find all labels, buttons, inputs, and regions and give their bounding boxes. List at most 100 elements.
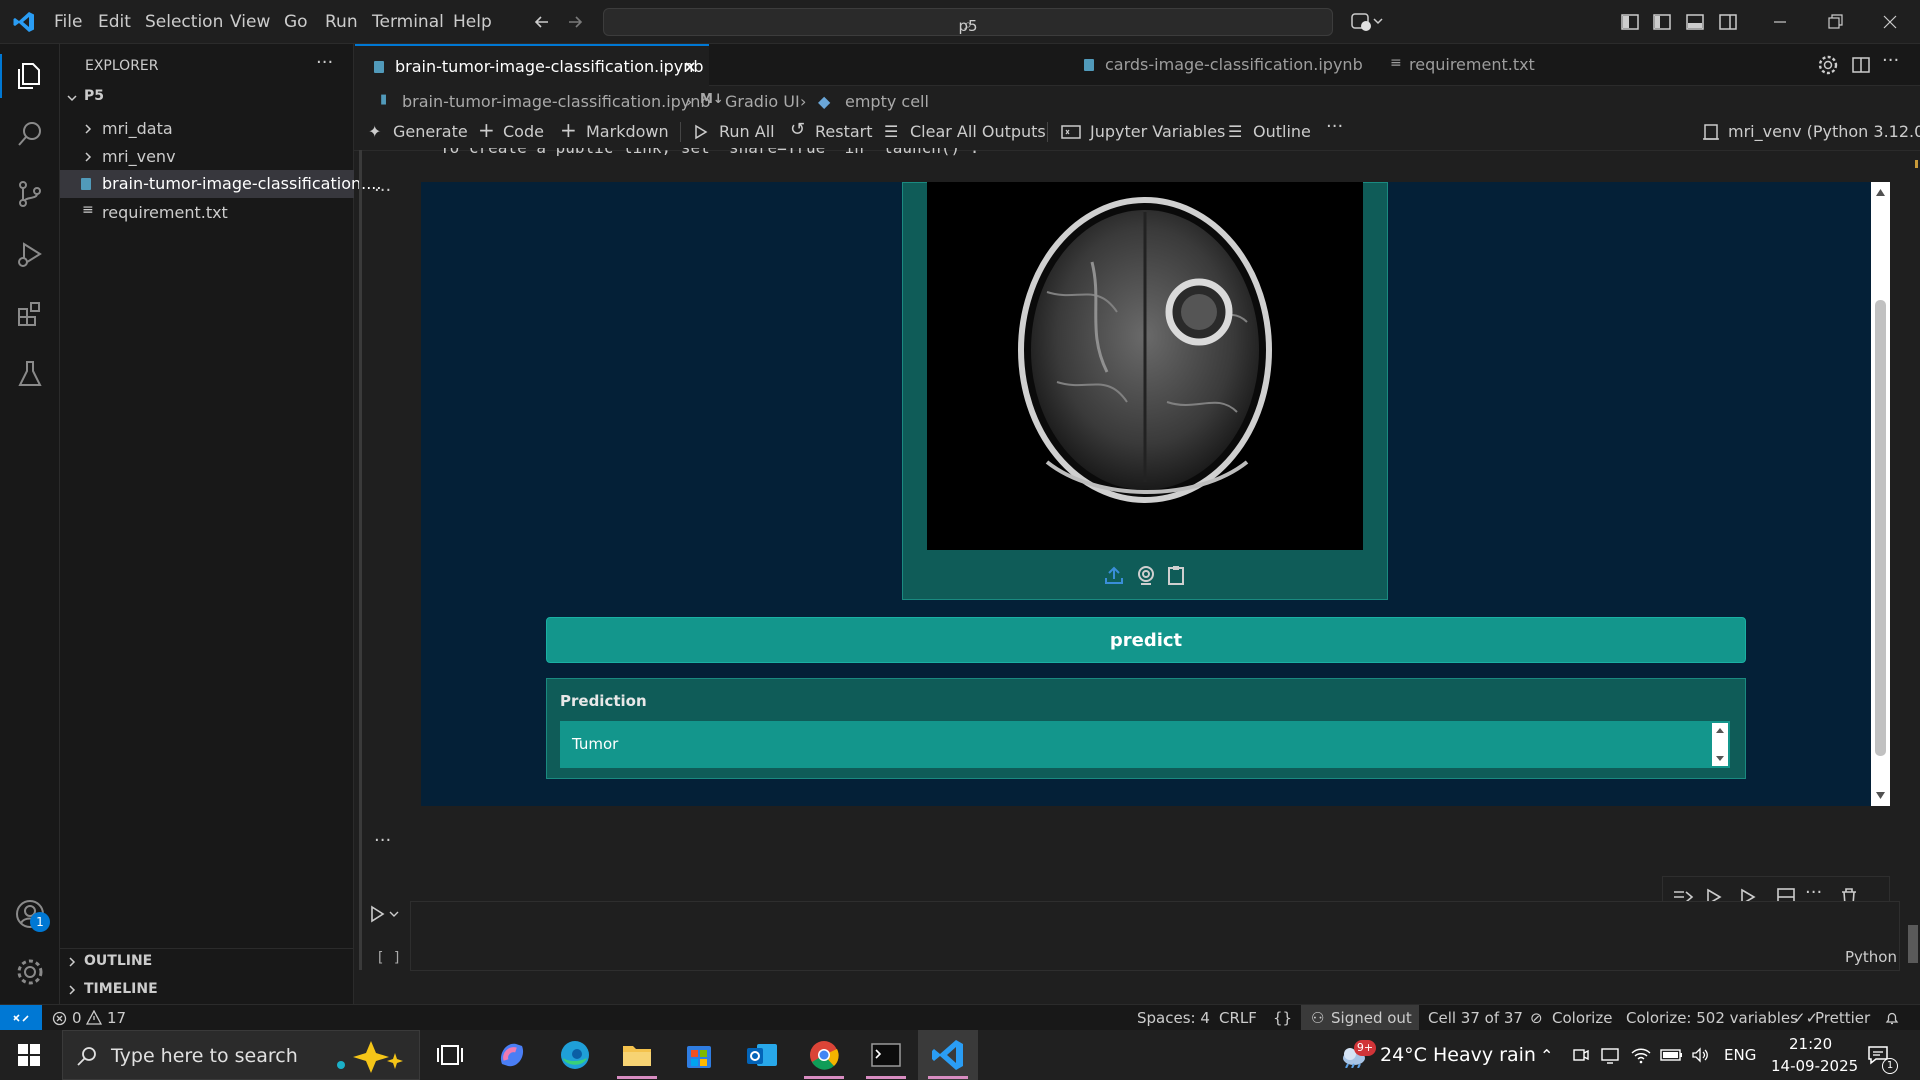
show-hidden-icons-icon[interactable]: ⌃ [1540, 1046, 1553, 1065]
error-count[interactable]: 0 [72, 1009, 82, 1027]
vscode-taskbar-icon[interactable] [928, 1036, 968, 1074]
clipboard-icon[interactable] [1165, 564, 1187, 586]
toggle-panel-icon[interactable] [1685, 12, 1705, 32]
run-debug-icon[interactable] [14, 238, 46, 270]
back-arrow-icon[interactable] [532, 12, 552, 32]
remote-indicator[interactable] [0, 1005, 42, 1031]
copilot-icon[interactable] [1350, 10, 1384, 34]
tab-brain-tumor[interactable]: brain-tumor-image-classification.ipynb [355, 44, 709, 86]
timeline-section[interactable]: TIMELINE [60, 978, 354, 1002]
file-requirement[interactable]: ≡ requirement.txt [60, 200, 354, 226]
restore-icon[interactable] [1825, 12, 1845, 32]
clock-date[interactable]: 14-09-2025 [1771, 1057, 1858, 1075]
weather-text[interactable]: 24°C Heavy rain [1380, 1044, 1536, 1066]
settings-icon[interactable] [1817, 54, 1839, 76]
run-cell-icon[interactable] [368, 904, 400, 924]
chrome-icon[interactable] [804, 1036, 844, 1074]
source-control-icon[interactable] [14, 178, 46, 210]
cell-position[interactable]: Cell 37 of 37 [1428, 1009, 1523, 1027]
menu-file[interactable]: File [54, 12, 82, 32]
forward-arrow-icon[interactable] [565, 12, 585, 32]
menu-go[interactable]: Go [284, 12, 308, 32]
outline-section[interactable]: OUTLINE [60, 950, 354, 974]
add-markdown-button[interactable]: Markdown [586, 122, 669, 141]
cell-more-icon[interactable]: ··· [1805, 882, 1822, 903]
microsoft-store-icon[interactable] [679, 1036, 719, 1074]
split-editor-icon[interactable] [1850, 54, 1872, 76]
add-code-button[interactable]: Code [503, 122, 544, 141]
task-view-icon[interactable] [430, 1036, 470, 1074]
breadcrumb-file[interactable]: brain-tumor-image-classification.ipynb [402, 92, 711, 111]
folder-mri-data[interactable]: mri_data [60, 116, 354, 142]
close-window-icon[interactable] [1880, 12, 1900, 32]
empty-code-cell[interactable] [410, 901, 1900, 971]
command-center-search[interactable]: ⌕ p5 [603, 8, 1333, 36]
warning-count[interactable]: 17 [107, 1009, 126, 1027]
explorer-icon[interactable] [14, 60, 46, 92]
close-icon[interactable] [683, 60, 697, 74]
menu-help[interactable]: Help [453, 12, 492, 32]
clear-outputs-button[interactable]: Clear All Outputs [910, 122, 1046, 141]
file-brain-tumor-notebook[interactable]: brain-tumor-image-classification.... [60, 170, 381, 198]
minimize-icon[interactable] [1770, 12, 1790, 32]
editor-scrollbar-thumb[interactable] [1908, 925, 1918, 963]
taskbar-search-box[interactable]: Type here to search [62, 1030, 420, 1080]
toolbar-more-icon[interactable]: ··· [1326, 116, 1343, 137]
kernel-picker[interactable]: mri_venv (Python 3.12.0) [1728, 122, 1920, 141]
tab-requirement[interactable]: ≡ requirement.txt [1011, 44, 1535, 86]
menu-view[interactable]: View [230, 12, 270, 32]
file-explorer-icon[interactable] [617, 1036, 657, 1074]
toggle-sidebar-icon[interactable] [1652, 12, 1672, 32]
more-actions-icon[interactable]: ··· [1882, 50, 1899, 71]
battery-status-icon[interactable] [1660, 1047, 1684, 1063]
meet-now-icon[interactable] [1572, 1045, 1590, 1065]
input-language[interactable]: ENG [1724, 1046, 1756, 1064]
notifications-bell-icon[interactable] [1884, 1010, 1900, 1026]
restart-button[interactable]: Restart [815, 122, 873, 141]
language-braces-icon[interactable]: {} [1273, 1009, 1292, 1027]
indentation[interactable]: Spaces: 4 [1137, 1009, 1210, 1027]
predict-button[interactable]: predict [546, 617, 1746, 663]
explorer-more-icon[interactable]: ··· [316, 52, 333, 73]
breadcrumb-section[interactable]: Gradio UI [725, 92, 800, 111]
output-menu-icon[interactable]: ··· [374, 830, 391, 851]
jupyter-variables-button[interactable]: Jupyter Variables [1090, 122, 1225, 141]
run-all-button[interactable]: Run All [719, 122, 775, 141]
outline-button[interactable]: Outline [1253, 122, 1311, 141]
toggle-secondary-sidebar-icon[interactable] [1718, 12, 1738, 32]
terminal-icon[interactable] [866, 1036, 906, 1074]
menu-run[interactable]: Run [325, 12, 358, 32]
search-icon[interactable] [14, 118, 46, 150]
menu-selection[interactable]: Selection [145, 12, 223, 32]
copilot-app-icon[interactable] [492, 1036, 532, 1074]
error-icon [52, 1011, 67, 1026]
menu-edit[interactable]: Edit [98, 12, 131, 32]
folder-mri-venv[interactable]: mri_venv [60, 144, 354, 170]
generate-button[interactable]: Generate [393, 122, 468, 141]
webcam-icon[interactable] [1135, 564, 1157, 586]
display-icon[interactable] [1600, 1045, 1620, 1065]
clock-time[interactable]: 21:20 [1789, 1035, 1832, 1053]
extensions-icon[interactable] [14, 298, 46, 330]
menu-terminal[interactable]: Terminal [372, 12, 444, 32]
outlook-icon[interactable] [741, 1036, 781, 1074]
edge-browser-icon[interactable] [555, 1036, 595, 1074]
customize-layout-icon[interactable] [1620, 12, 1640, 32]
end-of-line[interactable]: CRLF [1219, 1009, 1257, 1027]
testing-icon[interactable] [14, 358, 46, 390]
volume-icon[interactable] [1690, 1045, 1710, 1065]
explorer-sidebar: EXPLORER ··· P5 mri_data mri_venv brain-… [60, 44, 381, 1004]
output-menu-icon[interactable]: ··· [374, 180, 391, 201]
output-scrollbar[interactable] [1871, 182, 1890, 806]
colorize-variables[interactable]: Colorize: 502 variables [1626, 1009, 1798, 1027]
battery-icon[interactable] [1632, 1046, 1654, 1064]
windows-start-icon[interactable] [18, 1044, 40, 1066]
manage-gear-icon[interactable] [14, 956, 46, 988]
prettier-button[interactable]: Prettier [1815, 1009, 1870, 1027]
cell-language[interactable]: Python [1845, 948, 1897, 966]
upload-icon[interactable] [1103, 564, 1125, 586]
folder-p5[interactable]: P5 [60, 86, 354, 110]
colorize-button[interactable]: Colorize [1552, 1009, 1612, 1027]
breadcrumb-cell[interactable]: empty cell [845, 92, 929, 111]
prediction-scrollbar[interactable] [1712, 723, 1728, 766]
